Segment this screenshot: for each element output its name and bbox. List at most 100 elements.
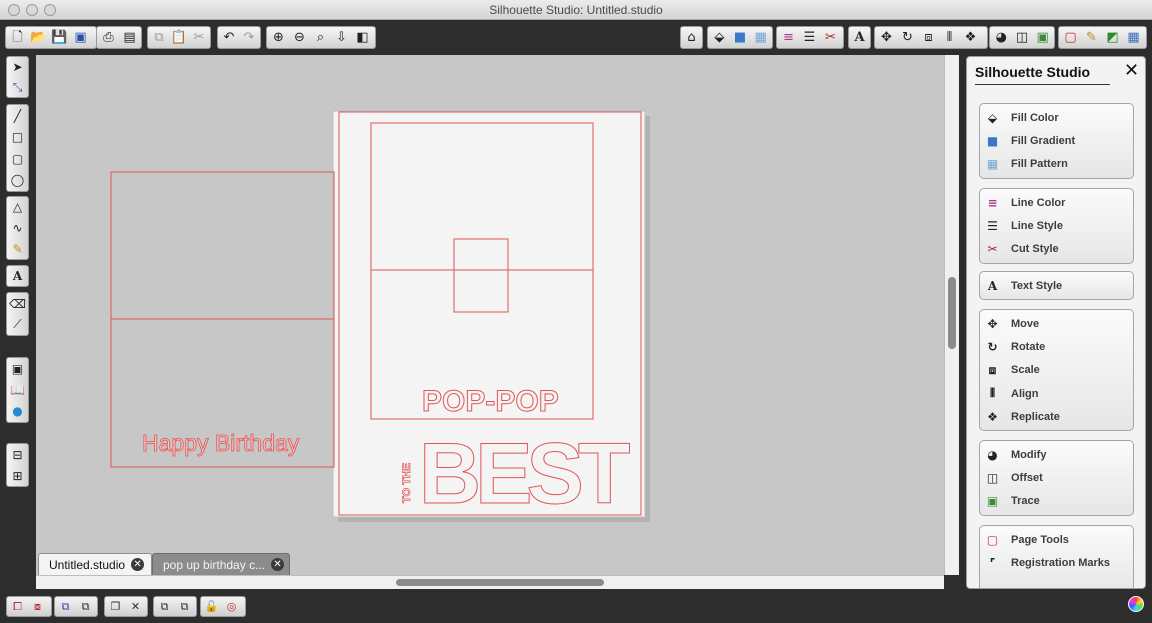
cut-icon[interactable]: ✂ xyxy=(190,28,208,47)
panel-item-cut-style[interactable]: ✂ Cut Style xyxy=(980,238,1133,261)
page-tools-icon[interactable]: ▢ xyxy=(1061,28,1080,47)
freehand-tool-icon[interactable]: ✎ xyxy=(8,239,27,258)
panel-item-registration-marks[interactable]: ⌜ Registration Marks xyxy=(980,551,1133,574)
fill-color-icon[interactable]: ⬙ xyxy=(710,28,729,47)
color-swatch-icon[interactable]: ◩ xyxy=(1103,28,1122,47)
panel-item-trace[interactable]: ▣ Trace xyxy=(980,490,1133,513)
panel-item-move[interactable]: ✥ Move xyxy=(980,312,1133,335)
close-tab-icon[interactable]: ✕ xyxy=(131,558,145,571)
split-view-icon[interactable]: ⊟ xyxy=(8,445,27,464)
close-tab-icon[interactable]: ✕ xyxy=(271,558,285,571)
panel-item-page-tools[interactable]: ▢ Page Tools xyxy=(980,528,1133,551)
save-icon[interactable]: 💾 xyxy=(50,28,69,47)
offset-icon[interactable]: ◫ xyxy=(1013,28,1032,47)
best-text[interactable]: BEST xyxy=(419,426,637,523)
zoom-out-icon[interactable]: ⊖ xyxy=(290,28,309,47)
panel-item-replicate[interactable]: ❖ Replicate xyxy=(980,405,1133,428)
new-document-icon[interactable]: 🗋 xyxy=(8,28,27,47)
design-store-icon[interactable]: ⌂ xyxy=(683,28,700,47)
cut-style-icon[interactable]: ✂ xyxy=(821,28,840,47)
rotate-icon[interactable]: ↻ xyxy=(898,28,917,47)
curve-tool-icon[interactable]: ∿ xyxy=(8,219,27,238)
eraser-tool-icon[interactable]: ⌫ xyxy=(8,294,27,313)
zoom-select-icon[interactable]: ⌕ xyxy=(311,28,330,47)
modify-icon[interactable]: ◕ xyxy=(992,28,1011,47)
panel-item-fill-gradient[interactable]: ■ Fill Gradient xyxy=(980,129,1133,152)
panel-item-scale[interactable]: ⧈ Scale xyxy=(980,359,1133,382)
line-style-icon[interactable]: ☰ xyxy=(800,28,819,47)
happy-birthday-text[interactable]: Happy Birthday xyxy=(142,430,301,457)
make-compound-path-icon[interactable]: ⧉ xyxy=(57,598,74,615)
ungroup-icon[interactable]: ⧇ xyxy=(29,598,46,615)
silhouette-store-icon[interactable]: ● xyxy=(8,402,27,421)
polygon-tool-icon[interactable]: △ xyxy=(8,198,27,217)
select-tool-icon[interactable]: ➤ xyxy=(8,58,27,76)
text-style-icon[interactable]: A xyxy=(851,28,868,47)
send-to-back-icon[interactable]: ⧉ xyxy=(176,598,193,615)
bring-to-front-icon[interactable]: ⧉ xyxy=(156,598,173,615)
sketch-icon[interactable]: ✎ xyxy=(1082,28,1101,47)
print-tool-group: ⎙ ▤ xyxy=(96,26,142,49)
edit-points-icon[interactable]: ⤡ xyxy=(8,78,27,96)
panel-item-modify[interactable]: ◕ Modify xyxy=(980,443,1133,466)
color-wheel-icon[interactable] xyxy=(1128,596,1144,612)
panel-item-text-style[interactable]: A Text Style xyxy=(980,274,1133,297)
trace-icon[interactable]: ▣ xyxy=(1033,28,1052,47)
tab-pop-up-birthday[interactable]: pop up birthday c... ✕ xyxy=(152,553,290,575)
scale-icon[interactable]: ⧈ xyxy=(919,28,938,47)
undo-icon[interactable]: ↶ xyxy=(220,28,238,47)
show-page-icon[interactable]: ▣ xyxy=(8,359,27,378)
panel-close-icon[interactable]: ✕ xyxy=(1124,60,1139,81)
tab-label: Untitled.studio xyxy=(49,557,126,572)
save-library-icon[interactable]: ▣ xyxy=(71,28,90,47)
panel-item-label: Line Style xyxy=(1011,219,1063,232)
fill-gradient-icon[interactable]: ■ xyxy=(731,28,750,47)
panel-item-fill-color[interactable]: ⬙ Fill Color xyxy=(980,106,1133,129)
redo-icon[interactable]: ↷ xyxy=(240,28,258,47)
library-icon[interactable]: 📖 xyxy=(8,380,27,399)
rounded-rectangle-tool-icon[interactable]: ▢ xyxy=(8,149,27,169)
panel-item-line-style[interactable]: ☰ Line Style xyxy=(980,214,1133,237)
grid-icon[interactable]: ▦ xyxy=(1124,28,1143,47)
align-icon[interactable]: ⫴ xyxy=(940,28,959,47)
vertical-scroll-thumb[interactable] xyxy=(948,277,956,349)
design-canvas[interactable]: Happy Birthday POP-POP TO THE BEST xyxy=(36,55,944,575)
fit-to-page-icon[interactable]: ◧ xyxy=(353,28,372,47)
arrange-tool-group: ⧉ ⧉ xyxy=(153,596,197,617)
pop-pop-text[interactable]: POP-POP xyxy=(422,385,560,419)
target-icon[interactable]: ◎ xyxy=(223,598,240,615)
panel-item-offset[interactable]: ◫ Offset xyxy=(980,466,1133,489)
rectangle-tool-icon[interactable]: □ xyxy=(8,128,27,148)
release-compound-path-icon[interactable]: ⧉ xyxy=(77,598,94,615)
vertical-scrollbar[interactable] xyxy=(944,55,959,575)
ellipse-tool-icon[interactable]: ◯ xyxy=(8,171,27,191)
send-to-cutter-icon[interactable]: ▤ xyxy=(120,28,139,47)
tab-untitled-studio[interactable]: Untitled.studio ✕ xyxy=(38,553,152,575)
copy-icon[interactable]: ⧉ xyxy=(150,28,168,47)
panel-item-rotate[interactable]: ↻ Rotate xyxy=(980,335,1133,358)
print-icon[interactable]: ⎙ xyxy=(99,28,118,47)
panel-item-label: Scale xyxy=(1011,364,1040,377)
open-folder-icon[interactable]: 📂 xyxy=(29,28,48,47)
lock-icon[interactable]: 🔓 xyxy=(203,598,220,615)
panel-item-fill-pattern[interactable]: ▦ Fill Pattern xyxy=(980,153,1133,176)
to-the-text[interactable]: TO THE xyxy=(401,463,414,504)
group-icon[interactable]: ⧠ xyxy=(9,598,26,615)
zoom-in-icon[interactable]: ⊕ xyxy=(269,28,288,47)
pan-icon[interactable]: ⇩ xyxy=(332,28,351,47)
fill-pattern-icon[interactable]: ▦ xyxy=(751,28,770,47)
horizontal-scrollbar[interactable] xyxy=(36,575,944,589)
move-icon[interactable]: ✥ xyxy=(877,28,896,47)
paste-icon[interactable]: 📋 xyxy=(170,28,188,47)
grid-view-icon[interactable]: ⊞ xyxy=(8,466,27,485)
panel-item-line-color[interactable]: ≡ Line Color xyxy=(980,191,1133,214)
delete-icon[interactable]: ✕ xyxy=(127,598,144,615)
line-color-icon[interactable]: ≡ xyxy=(779,28,798,47)
knife-tool-icon[interactable]: ⟋ xyxy=(8,315,27,334)
line-tool-icon[interactable]: ╱ xyxy=(8,106,27,126)
horizontal-scroll-thumb[interactable] xyxy=(396,579,604,586)
duplicate-icon[interactable]: ❐ xyxy=(107,598,124,615)
panel-item-align[interactable]: ⫴ Align xyxy=(980,382,1133,405)
text-tool-icon[interactable]: A xyxy=(8,267,27,285)
replicate-icon[interactable]: ❖ xyxy=(961,28,980,47)
